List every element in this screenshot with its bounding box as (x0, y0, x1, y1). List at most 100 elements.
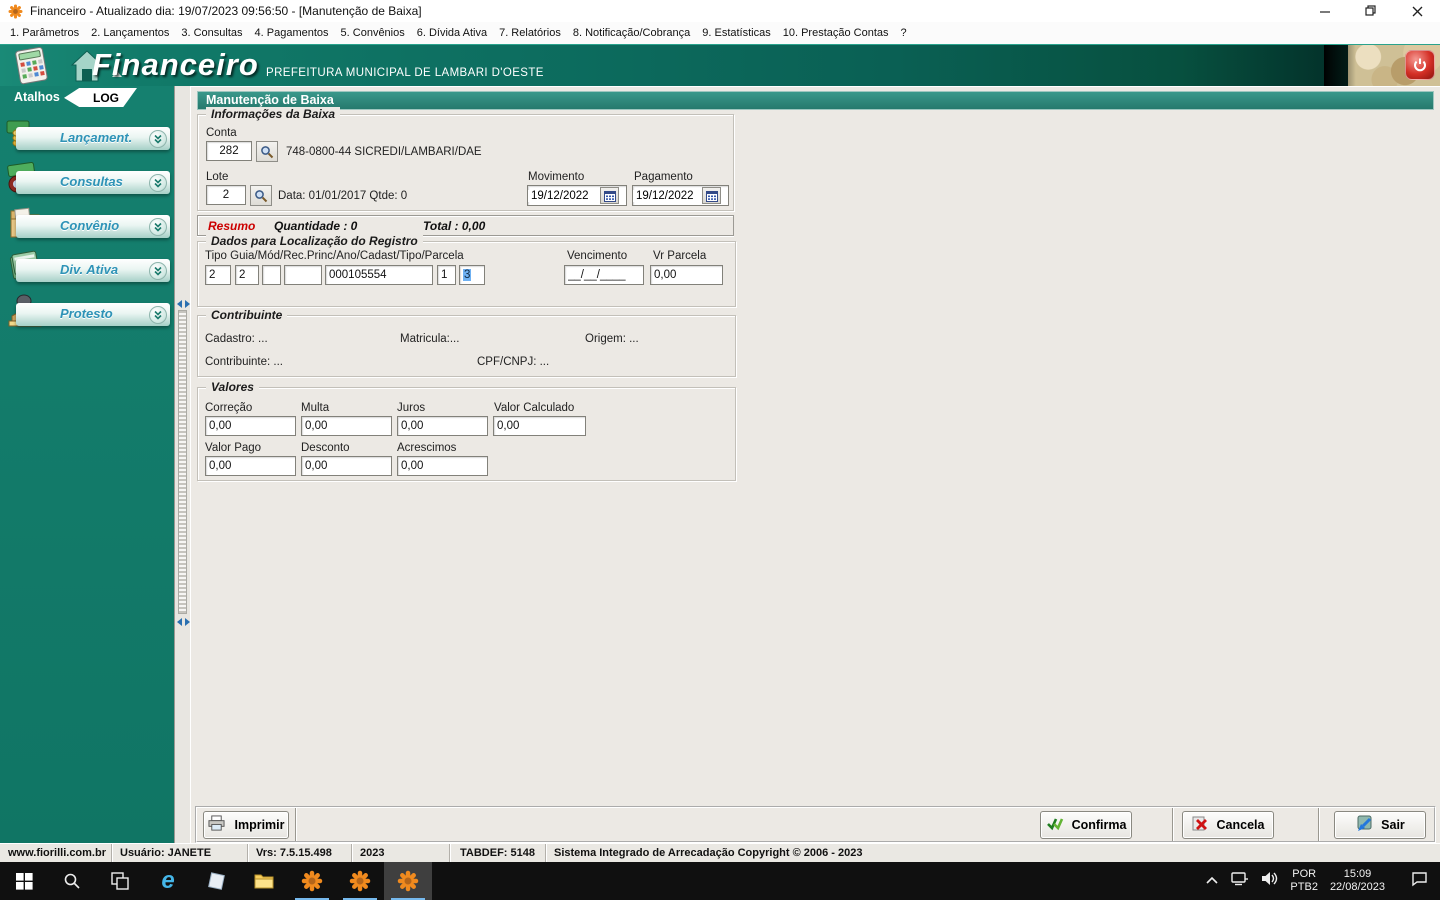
menu-pagamentos[interactable]: 4. Pagamentos (249, 24, 335, 42)
network-icon[interactable] (1231, 871, 1249, 891)
lote-input[interactable] (206, 185, 246, 205)
mod-input[interactable] (262, 265, 281, 285)
sidebar-item-convenio[interactable]: Convênio (0, 202, 174, 246)
sidebar-bar[interactable]: Lançament. (16, 127, 170, 150)
sidebar-item-consultas[interactable]: Consultas (0, 158, 174, 202)
fiorilli-app-icon-active[interactable] (384, 862, 432, 900)
menu-notificacao-cobranca[interactable]: 8. Notificação/Cobrança (567, 24, 696, 42)
juros-input[interactable] (397, 416, 488, 436)
log-badge[interactable]: LOG (64, 88, 137, 107)
multa-input[interactable] (301, 416, 392, 436)
princ-input[interactable] (325, 265, 433, 285)
chevron-down-icon[interactable] (149, 305, 167, 324)
confirma-label: Confirma (1071, 818, 1127, 832)
sidebar-bar[interactable]: Protesto (16, 303, 170, 326)
chevron-down-icon[interactable] (149, 129, 167, 148)
conta-search-button[interactable] (256, 141, 278, 162)
calendar-icon[interactable] (600, 187, 619, 204)
resumo-total: Total : 0,00 (423, 219, 486, 233)
sidebar-bar[interactable]: Div. Ativa (16, 259, 170, 282)
chevron-up-icon[interactable] (1205, 872, 1219, 890)
calendar-icon[interactable] (702, 187, 721, 204)
valor-pago-input[interactable] (205, 456, 296, 476)
power-button[interactable] (1405, 50, 1435, 80)
parcela-selected-text: 3 (463, 269, 472, 281)
pagamento-date-input[interactable] (633, 189, 702, 202)
sidebar-item-protesto[interactable]: Protesto (0, 290, 174, 334)
fiorilli-app-icon[interactable] (336, 862, 384, 900)
app-icon[interactable] (192, 862, 240, 900)
title-bar: Financeiro - Atualizado dia: 19/07/2023 … (0, 0, 1440, 22)
task-view-icon[interactable] (96, 862, 144, 900)
pagamento-label: Pagamento (634, 171, 693, 183)
menu-consultas[interactable]: 3. Consultas (175, 24, 248, 42)
movimento-date-input[interactable] (528, 189, 600, 202)
vencimento-input[interactable] (564, 265, 644, 285)
tipo-input[interactable] (205, 265, 231, 285)
acrescimos-input[interactable] (397, 456, 488, 476)
volume-icon[interactable] (1261, 871, 1278, 891)
imprimir-button[interactable]: Imprimir (203, 811, 289, 839)
menu-help[interactable]: ? (895, 24, 913, 42)
group-localizacao-registro: Dados para Localização do Registro Tipo … (197, 234, 736, 307)
header-subtitle: PREFEITURA MUNICIPAL DE LAMBARI D'OESTE (266, 67, 544, 79)
cancela-button[interactable]: Cancela (1182, 811, 1274, 839)
windows-start-icon[interactable] (0, 862, 48, 900)
menu-estatisticas[interactable]: 9. Estatísticas (696, 24, 776, 42)
parcela-input[interactable]: 3 (459, 265, 485, 285)
splitter-grip[interactable] (178, 310, 187, 614)
clock-time: 15:09 (1343, 868, 1372, 880)
valor-calculado-input[interactable] (493, 416, 586, 436)
desconto-input[interactable] (301, 456, 392, 476)
status-copyright: Sistema Integrado de Arrecadação Copyrig… (546, 844, 1440, 862)
sidebar-item-lancamento[interactable]: Lançament. (0, 114, 174, 158)
calculator-icon[interactable] (10, 46, 54, 85)
vr-parcela-input[interactable] (650, 265, 723, 285)
search-icon[interactable] (48, 862, 96, 900)
chevron-down-icon[interactable] (149, 261, 167, 280)
status-website: www.fiorilli.com.br (0, 844, 112, 862)
clock[interactable]: 15:09 22/08/2023 (1330, 868, 1385, 894)
chevron-down-icon[interactable] (149, 173, 167, 192)
action-center-icon[interactable] (1411, 871, 1428, 892)
conta-input[interactable] (206, 141, 252, 161)
menu-convenios[interactable]: 5. Convênios (335, 24, 411, 42)
fiorilli-app-icon[interactable] (288, 862, 336, 900)
cancela-label: Cancela (1216, 818, 1265, 832)
status-year: 2023 (352, 844, 450, 862)
splitter-collapse-arrows[interactable] (177, 300, 190, 308)
tipo2-input[interactable] (437, 265, 456, 285)
system-tray: POR PTB2 15:09 22/08/2023 (1205, 862, 1440, 900)
close-button[interactable] (1394, 0, 1440, 22)
correcao-input[interactable] (205, 416, 296, 436)
splitter-collapse-arrows[interactable] (177, 618, 190, 626)
cadastro-value: Cadastro: ... (205, 333, 268, 345)
button-bar: Imprimir Confirma Cancela Sair (195, 806, 1436, 843)
rec-input[interactable] (284, 265, 322, 285)
file-explorer-icon[interactable] (240, 862, 288, 900)
menu-relatorios[interactable]: 7. Relatórios (493, 24, 567, 42)
menu-lancamentos[interactable]: 2. Lançamentos (85, 24, 175, 42)
status-tabdef: TABDEF: 5148 (450, 844, 546, 862)
confirma-button[interactable]: Confirma (1040, 811, 1132, 839)
sidebar-bar[interactable]: Convênio (16, 215, 170, 238)
sidebar-bar[interactable]: Consultas (16, 171, 170, 194)
minimize-button[interactable] (1302, 0, 1348, 22)
sair-button[interactable]: Sair (1334, 811, 1426, 839)
restore-button[interactable] (1348, 0, 1394, 22)
status-version: Vrs: 7.5.15.498 (248, 844, 352, 862)
sidebar-item-label: Protesto (60, 306, 113, 321)
sidebar-item-label: Consultas (60, 174, 123, 189)
language-indicator[interactable]: POR PTB2 (1290, 868, 1318, 894)
sidebar-item-divida-ativa[interactable]: Div. Ativa (0, 246, 174, 290)
chevron-down-icon[interactable] (149, 217, 167, 236)
internet-explorer-icon[interactable]: e (144, 862, 192, 900)
lote-search-button[interactable] (250, 185, 272, 206)
pagamento-date-field[interactable] (632, 185, 729, 206)
movimento-date-field[interactable] (527, 185, 627, 206)
menu-prestacao-contas[interactable]: 10. Prestação Contas (777, 24, 895, 42)
sidebar-item-label: Div. Ativa (60, 262, 119, 277)
menu-parametros[interactable]: 1. Parâmetros (4, 24, 85, 42)
guia-input[interactable] (235, 265, 259, 285)
menu-divida-ativa[interactable]: 6. Dívida Ativa (411, 24, 493, 42)
